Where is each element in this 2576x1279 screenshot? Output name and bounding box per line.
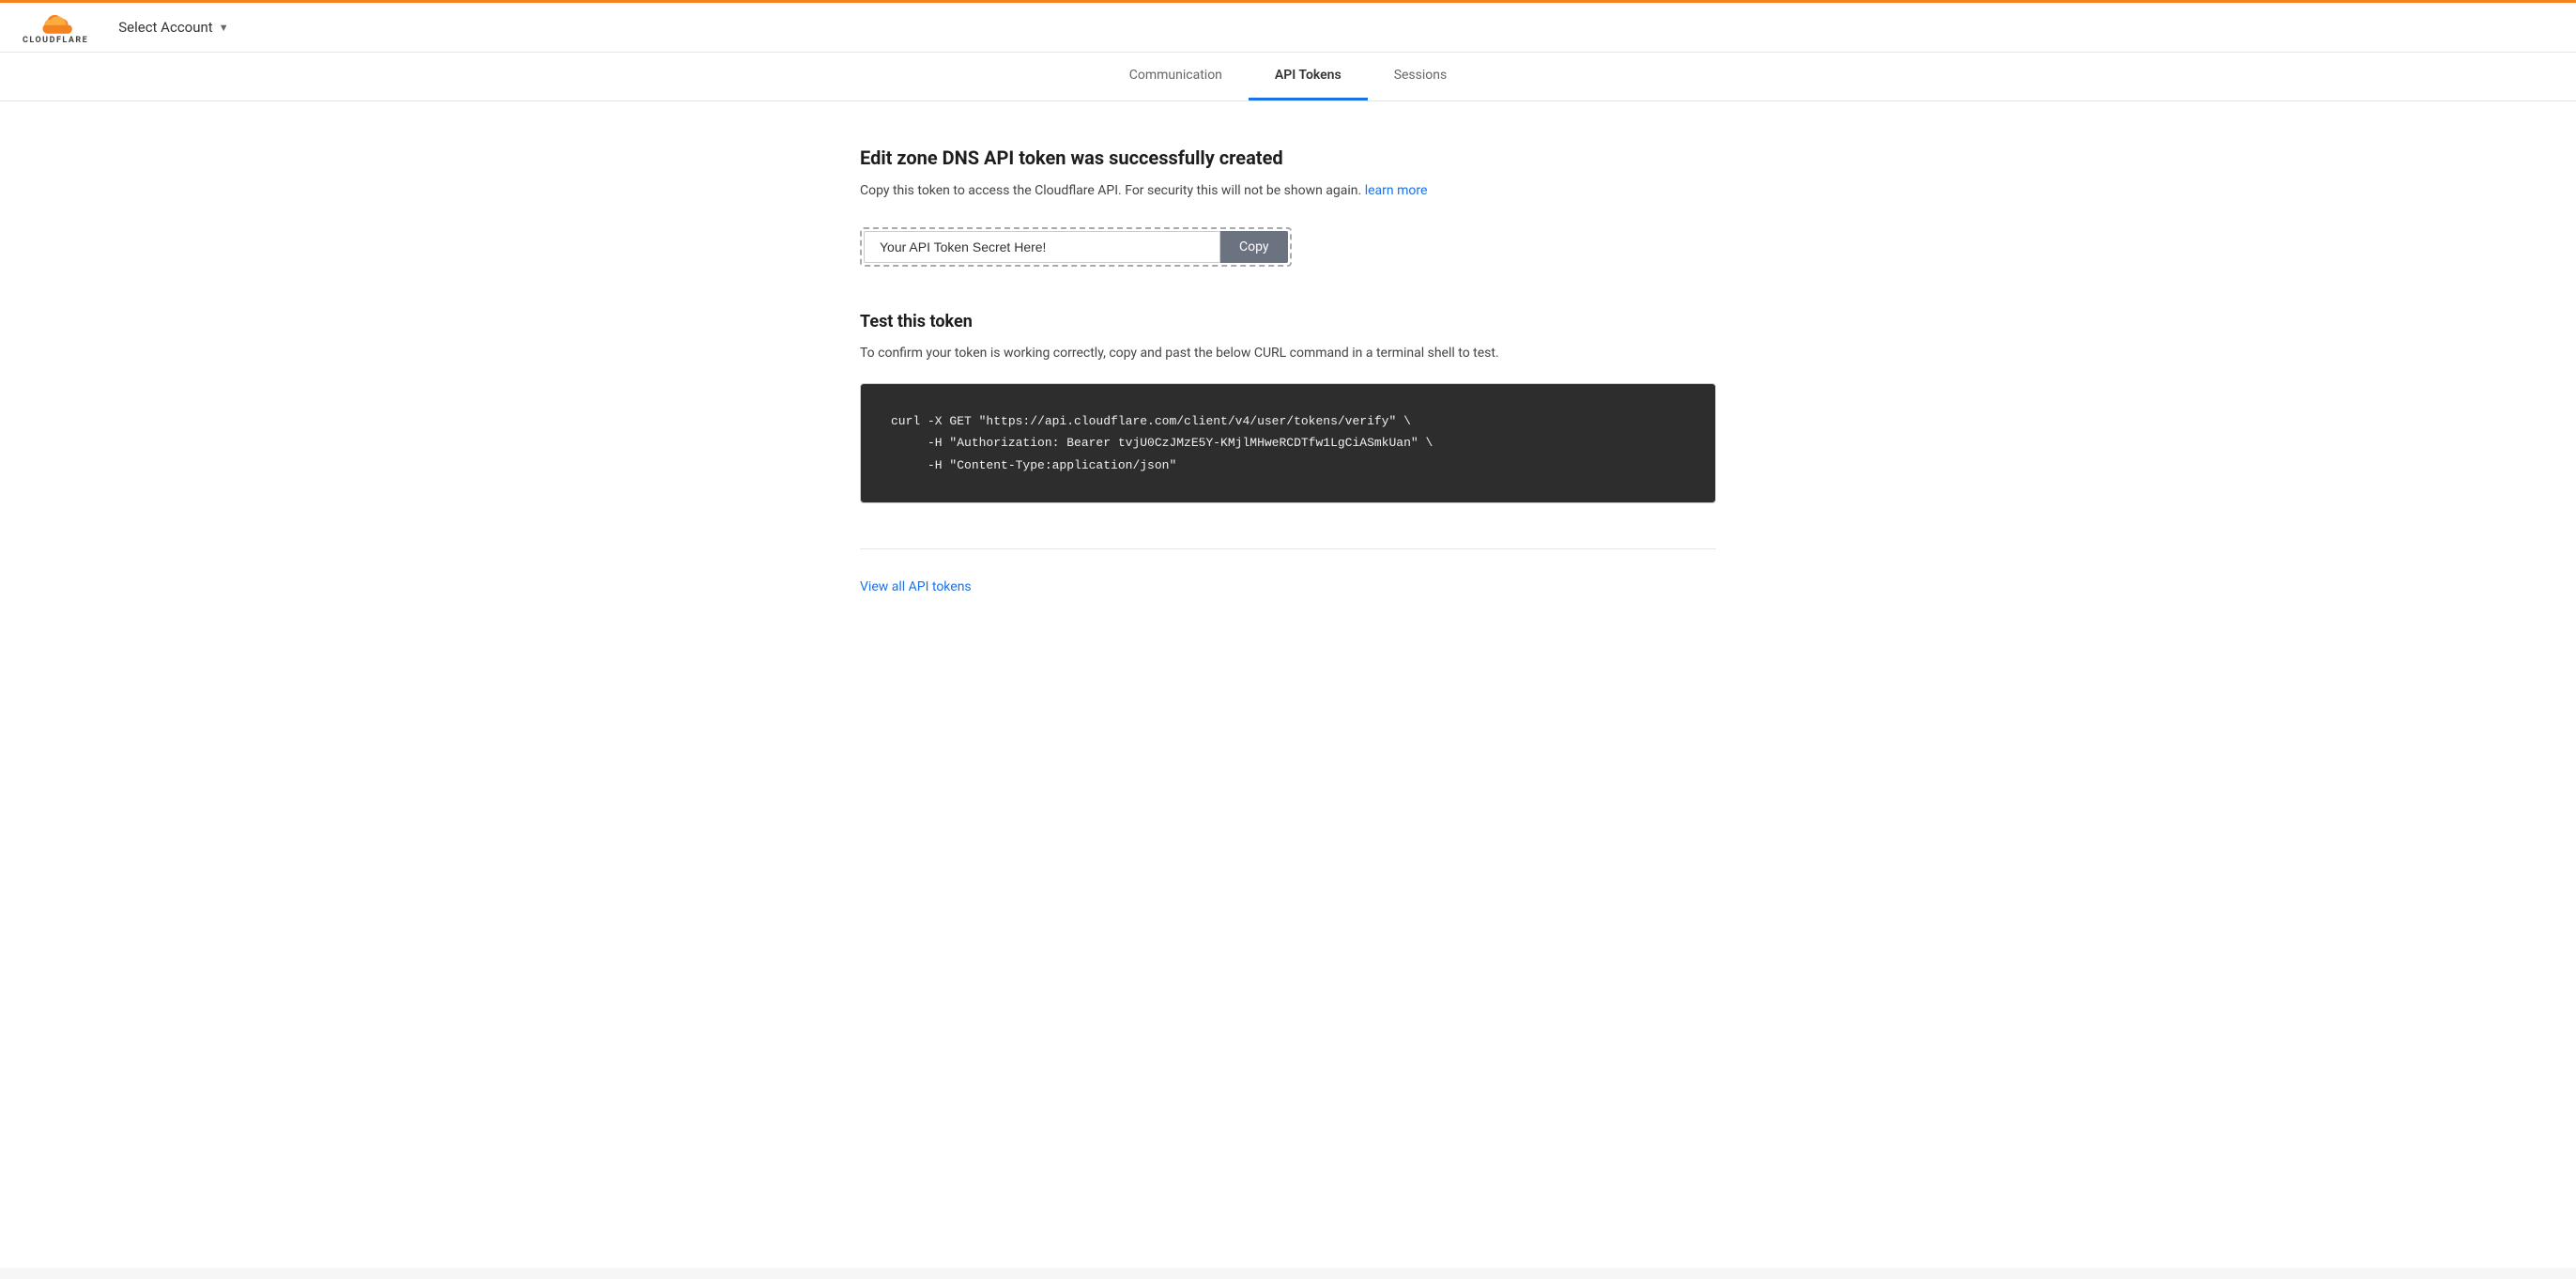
success-title: Edit zone DNS API token was successfully… xyxy=(860,146,1716,169)
logo-wordmark: CLOUDFLARE xyxy=(23,36,88,45)
content-area: Edit zone DNS API token was successfully… xyxy=(837,101,1739,670)
code-block-wrapper: curl -X GET "https://api.cloudflare.com/… xyxy=(860,383,1716,503)
select-account-label: Select Account xyxy=(118,19,212,36)
tab-api-tokens[interactable]: API Tokens xyxy=(1249,53,1368,100)
test-token-desc: To confirm your token is working correct… xyxy=(860,343,1716,363)
page-wrapper: Edit zone DNS API token was successfully… xyxy=(0,101,2576,1268)
copy-button[interactable]: Copy xyxy=(1220,231,1288,263)
success-desc: Copy this token to access the Cloudflare… xyxy=(860,180,1716,201)
section-divider xyxy=(860,548,1716,549)
curl-line-1: curl -X GET "https://api.cloudflare.com/… xyxy=(891,414,1411,428)
select-account-button[interactable]: Select Account ▼ xyxy=(118,19,228,36)
api-token-input[interactable] xyxy=(864,231,1220,263)
code-block[interactable]: curl -X GET "https://api.cloudflare.com/… xyxy=(861,384,1715,502)
cloudflare-cloud-icon xyxy=(33,9,78,36)
logo-area: CLOUDFLARE xyxy=(23,9,88,45)
learn-more-link[interactable]: learn more xyxy=(1365,183,1428,198)
chevron-down-icon: ▼ xyxy=(219,22,229,34)
view-all-api-tokens-link[interactable]: View all API tokens xyxy=(860,579,972,594)
cloudflare-logo: CLOUDFLARE xyxy=(23,9,88,45)
curl-line-3: -H "Content-Type:application/json" xyxy=(891,458,1176,472)
tab-communication[interactable]: Communication xyxy=(1103,53,1249,100)
token-field-wrapper: Copy xyxy=(860,227,1292,267)
top-bar: CLOUDFLARE Select Account ▼ xyxy=(0,0,2576,53)
curl-line-2: -H "Authorization: Bearer tvjU0CzJMzE5Y-… xyxy=(891,436,1433,450)
test-token-title: Test this token xyxy=(860,312,1716,331)
tab-sessions[interactable]: Sessions xyxy=(1368,53,1474,100)
nav-tabs: Communication API Tokens Sessions xyxy=(0,53,2576,101)
success-desc-text: Copy this token to access the Cloudflare… xyxy=(860,183,1361,198)
